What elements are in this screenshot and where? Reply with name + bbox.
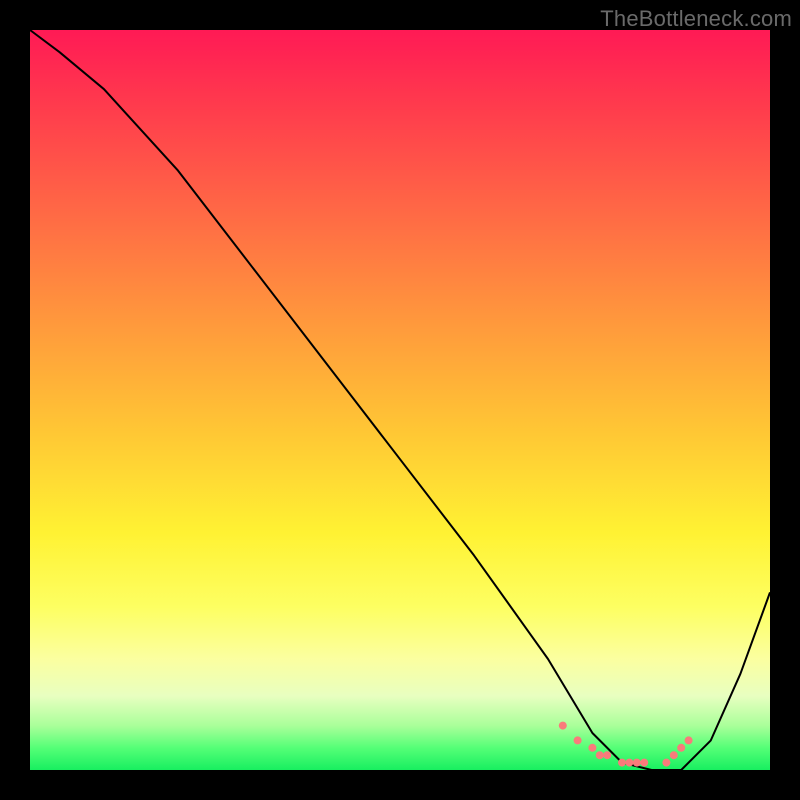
marker-dot bbox=[574, 736, 582, 744]
curve-line bbox=[30, 30, 770, 770]
marker-dot bbox=[603, 751, 611, 759]
plot-area bbox=[30, 30, 770, 770]
marker-dot bbox=[596, 751, 604, 759]
curve-markers bbox=[559, 722, 693, 767]
marker-dot bbox=[588, 744, 596, 752]
watermark-text: TheBottleneck.com bbox=[600, 6, 792, 32]
chart-svg bbox=[30, 30, 770, 770]
marker-dot bbox=[662, 759, 670, 767]
marker-dot bbox=[559, 722, 567, 730]
chart-container: TheBottleneck.com bbox=[0, 0, 800, 800]
marker-dot bbox=[677, 744, 685, 752]
marker-dot bbox=[625, 759, 633, 767]
marker-dot bbox=[633, 759, 641, 767]
marker-dot bbox=[640, 759, 648, 767]
marker-dot bbox=[685, 736, 693, 744]
series-line bbox=[30, 30, 770, 770]
marker-dot bbox=[618, 759, 626, 767]
marker-dot bbox=[670, 751, 678, 759]
